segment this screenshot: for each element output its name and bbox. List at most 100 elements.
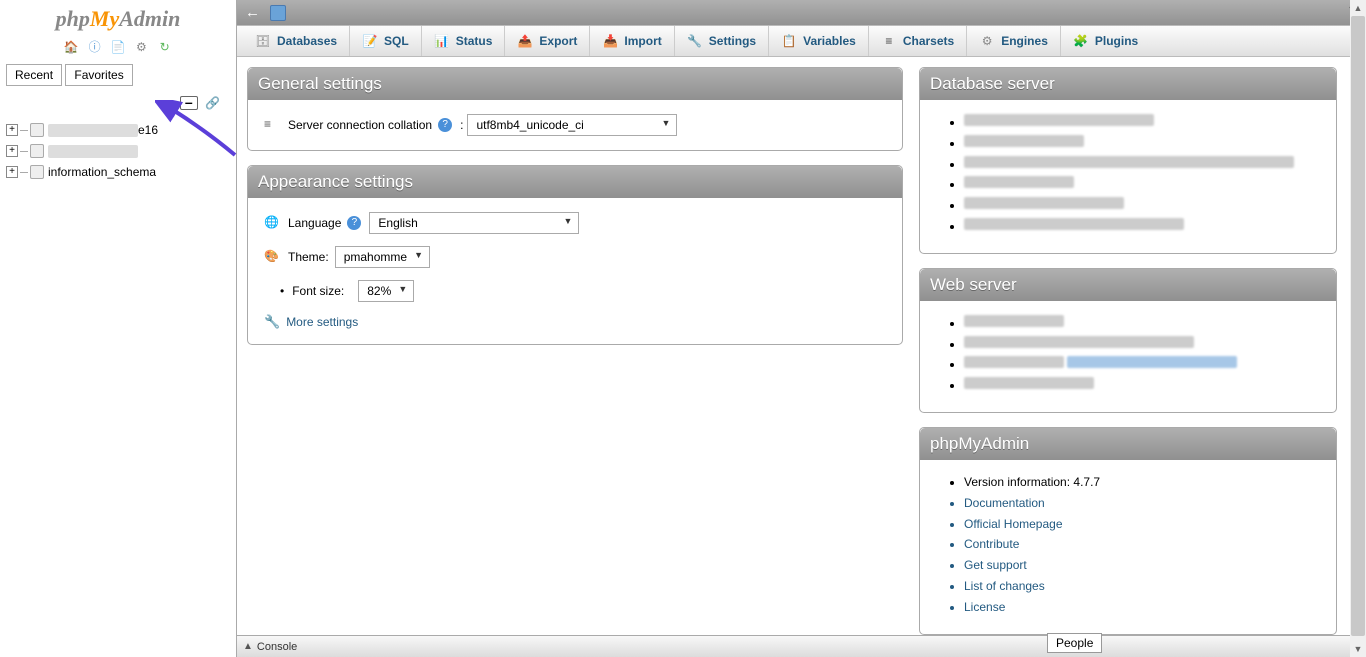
blurred-text [964,176,1074,188]
web-server-panel: Web server [919,268,1337,413]
docs-link[interactable]: Documentation [964,495,1320,512]
tab-import[interactable]: 📥Import [589,26,673,56]
fontsize-select[interactable]: 82% [358,280,414,302]
language-label: Language [288,216,341,230]
tab-databases[interactable]: 🗄Databases [243,26,349,56]
appearance-settings-panel: Appearance settings 🌐 Language ? English… [247,165,903,345]
changes-link[interactable]: List of changes [964,578,1320,595]
scroll-thumb[interactable] [1351,16,1365,636]
logo-my: My [90,6,119,31]
tab-engines[interactable]: ⚙Engines [966,26,1060,56]
db-name: information_schema [48,165,156,179]
db-name-blurred [48,124,138,137]
tab-export[interactable]: 📤Export [504,26,589,56]
console-expand-icon[interactable]: ▲ [243,641,253,652]
database-server-panel: Database server [919,67,1337,254]
blurred-text [964,315,1064,327]
docs-icon[interactable]: 📄 [110,40,126,56]
fontsize-row: • Font size: 82% [264,280,886,302]
settings-icon[interactable]: ⚙ [133,40,149,56]
fontsize-label: Font size: [292,284,344,298]
export-icon: 📤 [517,33,533,49]
status-icon: 📊 [434,33,450,49]
plugins-icon: 🧩 [1073,33,1089,49]
help-icon[interactable]: ? [438,118,452,132]
wrench-icon: 🔧 [264,314,280,330]
server-icon[interactable] [270,5,286,21]
variables-icon: 📋 [781,33,797,49]
license-link[interactable]: License [964,599,1320,616]
nav-tabs: 🗄Databases 📝SQL 📊Status 📤Export 📥Import … [237,25,1366,57]
db-name-suffix: e16 [138,123,158,137]
blurred-text [964,114,1154,126]
panel-title: phpMyAdmin [920,428,1336,460]
console-bar[interactable]: ▲ Console [237,635,1366,657]
phpmyadmin-panel: phpMyAdmin Version information: 4.7.7 Do… [919,427,1337,635]
help-icon[interactable]: ? [347,216,361,230]
logout-icon[interactable]: ⓘ [87,38,103,54]
scroll-up-icon[interactable]: ▲ [1350,0,1366,16]
import-icon: 📥 [602,33,618,49]
theme-select[interactable]: pmahomme [335,246,430,268]
language-icon: 🌐 [264,215,280,231]
home-icon[interactable]: 🏠 [63,40,79,56]
database-icon [30,165,44,179]
blurred-text [964,135,1084,147]
db-name-blurred [48,145,138,158]
back-icon[interactable]: ← [245,4,260,21]
dbserver-list [936,114,1320,235]
general-settings-panel: General settings ≡ Server connection col… [247,67,903,151]
scroll-down-icon[interactable]: ▼ [1350,641,1366,657]
panel-title: Database server [920,68,1336,100]
reload-icon[interactable]: ↻ [157,40,173,56]
language-row: 🌐 Language ? English [264,212,886,234]
collation-row: ≡ Server connection collation ? : utf8mb… [264,114,886,136]
topbar: ← ⌃ [237,0,1366,25]
settings-icon: 🔧 [687,33,703,49]
scrollbar[interactable]: ▲ ▼ [1350,0,1366,657]
engines-icon: ⚙ [979,33,995,49]
contribute-link[interactable]: Contribute [964,536,1320,553]
collation-label: Server connection collation [288,118,432,132]
version-info: Version information: 4.7.7 [964,474,1320,491]
database-icon [30,144,44,158]
blurred-text [964,197,1124,209]
expand-icon[interactable]: + [6,145,18,157]
tab-charsets[interactable]: ≡Charsets [868,26,966,56]
tab-variables[interactable]: 📋Variables [768,26,868,56]
tab-sql[interactable]: 📝SQL [349,26,421,56]
sql-icon: 📝 [362,33,378,49]
link-icon[interactable]: 🔗 [205,98,220,112]
recent-tab[interactable]: Recent [6,64,62,86]
expand-icon[interactable]: + [6,124,18,136]
sidebar-tabs: Recent Favorites [0,60,236,90]
more-settings-link[interactable]: 🔧 More settings [264,314,358,330]
blurred-text [964,218,1184,230]
charsets-icon: ≡ [881,33,897,49]
people-tooltip: People [1047,633,1102,653]
main: ← ⌃ 🗄Databases 📝SQL 📊Status 📤Export 📥Imp… [237,0,1366,657]
blurred-text [964,377,1094,389]
language-select[interactable]: English [369,212,579,234]
tab-plugins[interactable]: 🧩Plugins [1060,26,1150,56]
phpmyadmin-logo[interactable]: phpMyAdmin [0,0,236,34]
blurred-text [964,156,1294,168]
collapse-all-icon[interactable]: – [180,96,198,110]
webserver-list [936,315,1320,394]
tree-item-1[interactable]: + e16 [6,120,230,140]
collapse-row: – 🔗 [0,96,236,112]
homepage-link[interactable]: Official Homepage [964,516,1320,533]
favorites-tab[interactable]: Favorites [65,64,132,86]
console-label: Console [257,641,297,653]
blurred-link [1067,356,1237,368]
tree-item-3[interactable]: + information_schema [6,162,230,182]
tab-settings[interactable]: 🔧Settings [674,26,768,56]
collation-icon: ≡ [264,117,280,133]
tree-item-2[interactable]: + [6,141,230,161]
content: General settings ≡ Server connection col… [237,57,1366,635]
expand-icon[interactable]: + [6,166,18,178]
collation-select[interactable]: utf8mb4_unicode_ci [467,114,677,136]
logo-php: php [56,6,90,31]
support-link[interactable]: Get support [964,557,1320,574]
tab-status[interactable]: 📊Status [421,26,505,56]
